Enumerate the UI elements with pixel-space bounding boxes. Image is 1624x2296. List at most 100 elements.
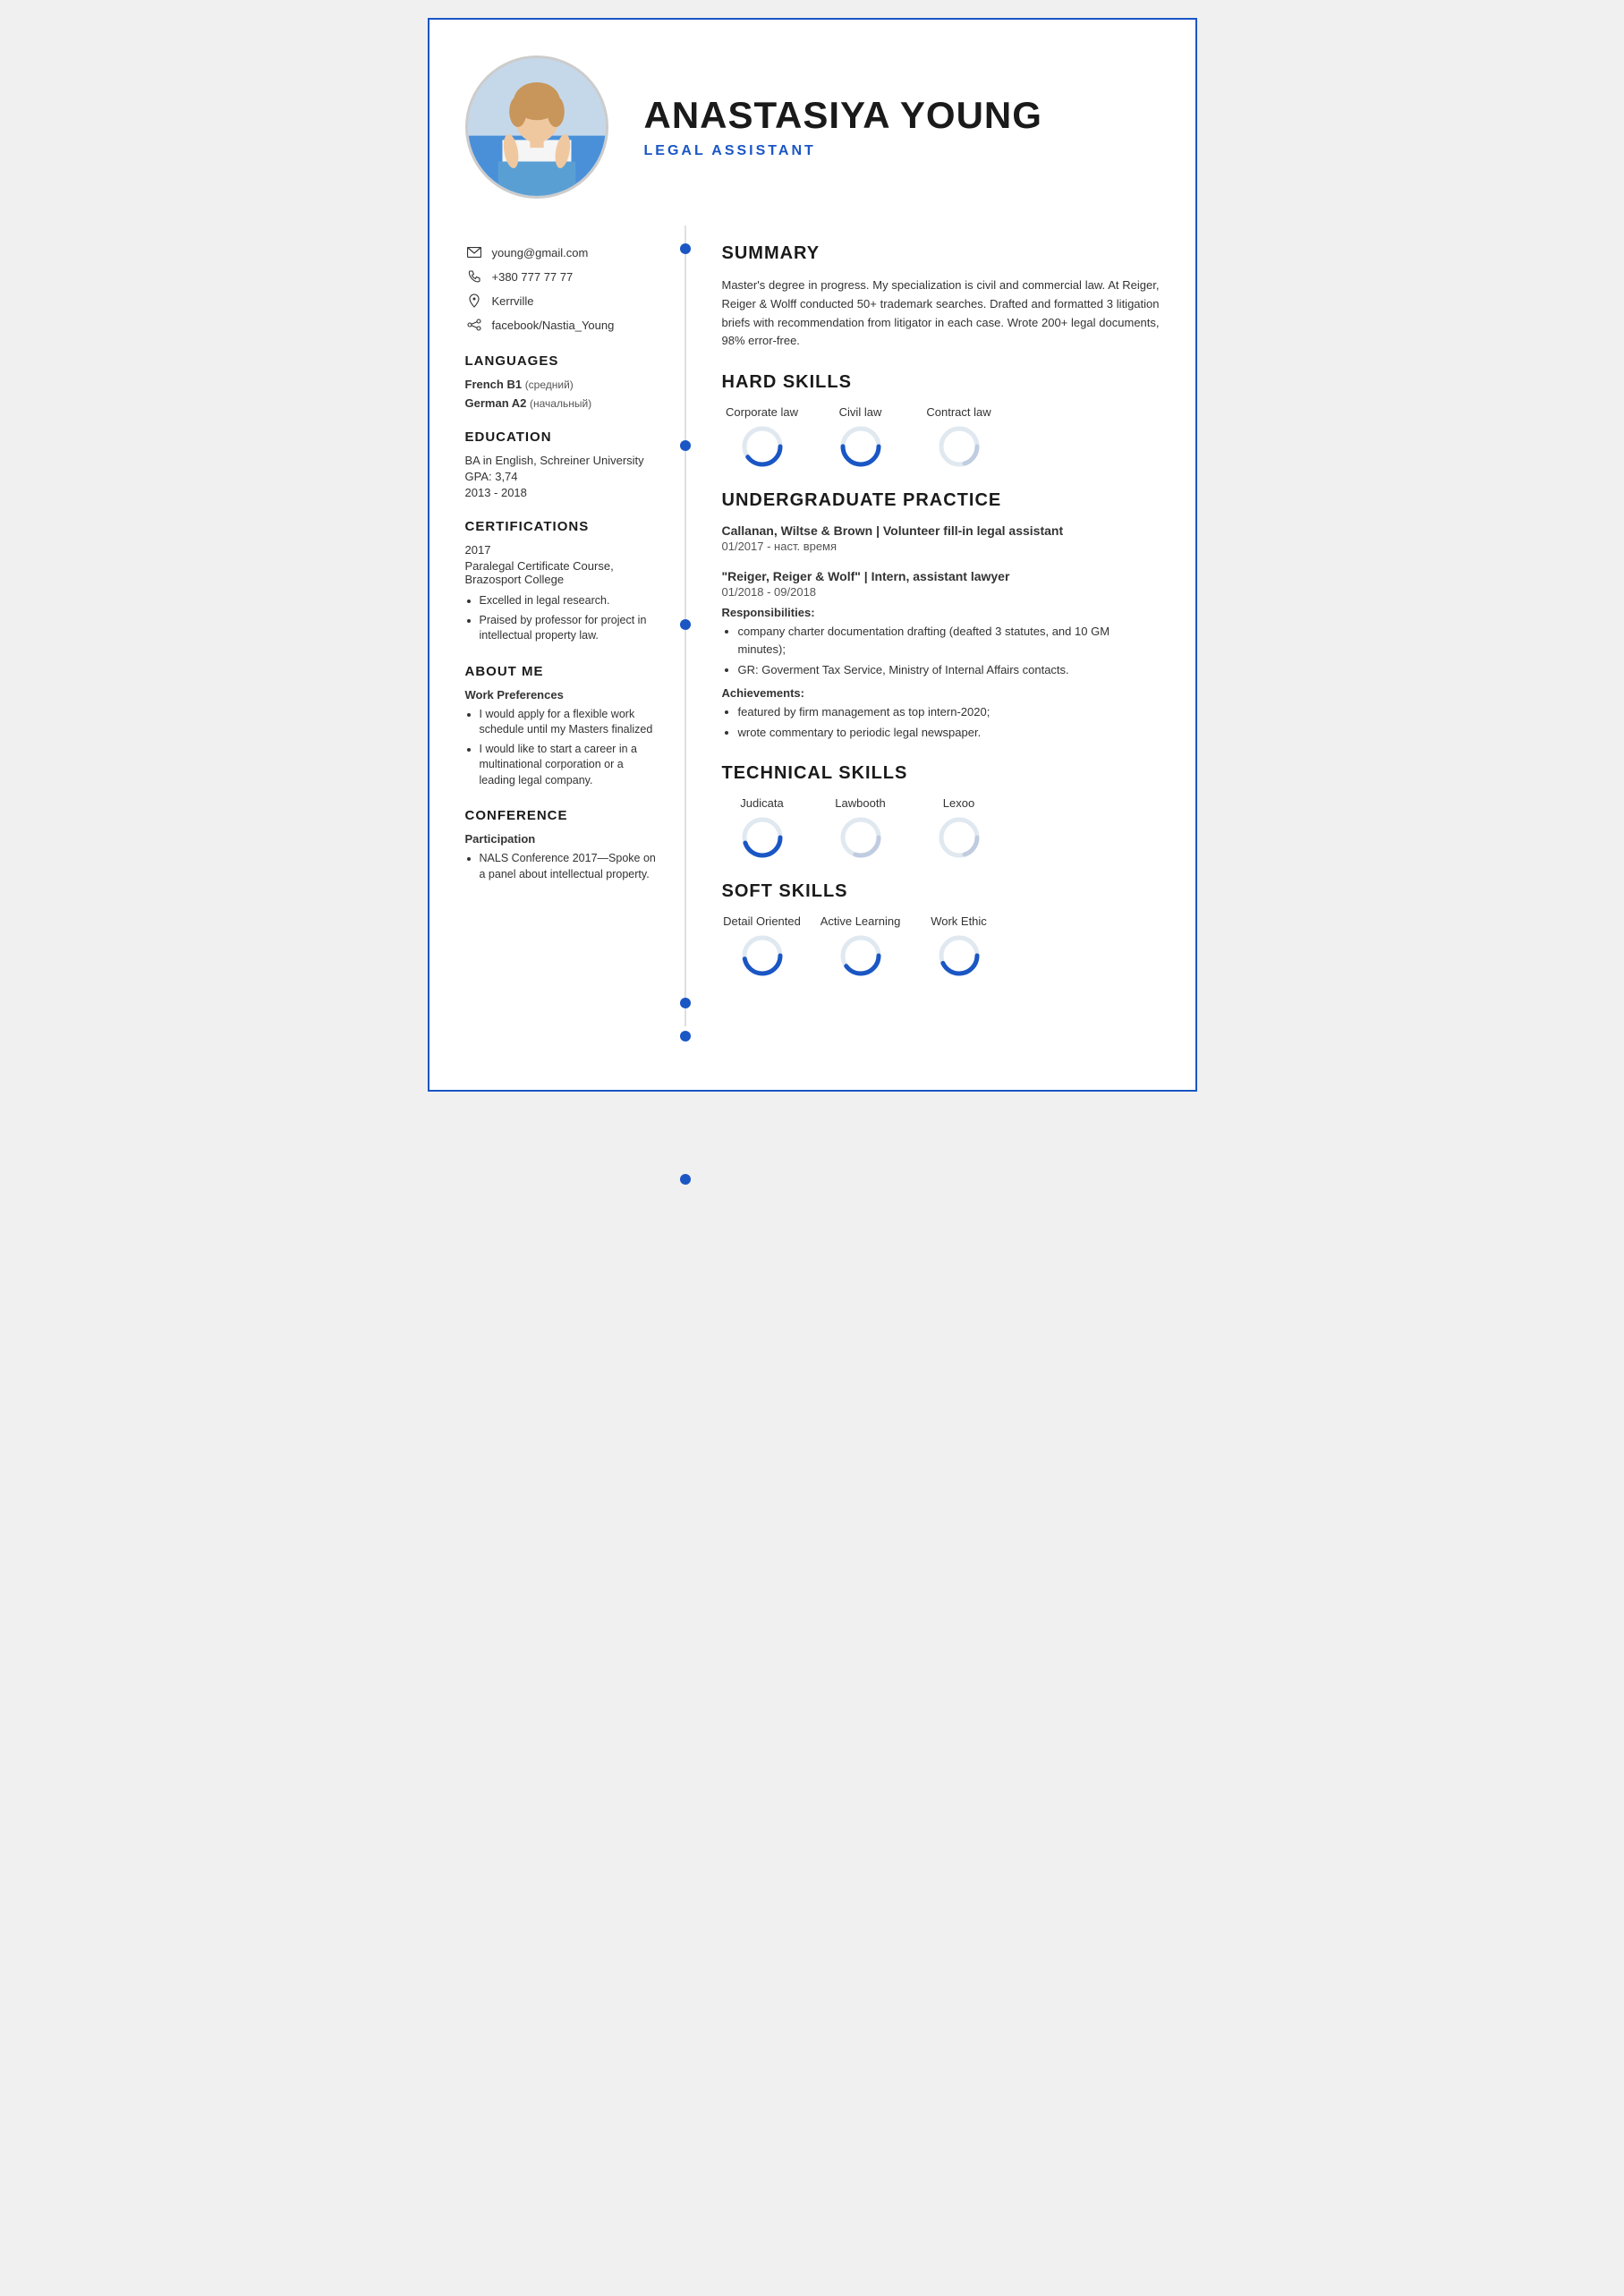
soft-skills-title: SOFT SKILLS (722, 881, 1160, 906)
soft-skills-grid: Detail Oriented Active Learning (722, 914, 1160, 978)
timeline-dot-summary (680, 243, 691, 254)
skill-detail-label: Detail Oriented (723, 914, 801, 928)
social-value: facebook/Nastia_Young (492, 319, 615, 332)
hard-skills-section: HARD SKILLS Corporate law Civil law (722, 372, 1160, 469)
about-title: ABOUT ME (465, 664, 658, 679)
skill-work-ethic-label: Work Ethic (931, 914, 987, 928)
about-pref-title: Work Preferences (465, 688, 658, 702)
cert-bullet-1: Excelled in legal research. (480, 593, 658, 609)
skill-judicata-label: Judicata (740, 796, 783, 810)
resume-document: ANASTASIYA YOUNG LEGAL ASSISTANT young@g… (428, 18, 1197, 1092)
lang-german: German A2 (начальный) (465, 396, 658, 410)
contact-section: young@gmail.com +380 777 77 77 (465, 243, 658, 334)
skill-contract-law-label: Contract law (926, 405, 991, 419)
soft-skills-section: SOFT SKILLS Detail Oriented Active Learn… (722, 881, 1160, 978)
skill-work-ethic: Work Ethic (919, 914, 999, 978)
skill-judicata: Judicata (722, 796, 803, 860)
practice-ach-title: Achievements: (722, 686, 1160, 700)
name-title-block: ANASTASIYA YOUNG LEGAL ASSISTANT (644, 95, 1160, 159)
cert-bullets: Excelled in legal research. Praised by p… (465, 593, 658, 644)
conference-part-title: Participation (465, 832, 658, 846)
social-icon (465, 316, 483, 334)
about-section: ABOUT ME Work Preferences I would apply … (465, 664, 658, 789)
technical-skills-section: TECHNICAL SKILLS Judicata Lawbooth (722, 763, 1160, 860)
about-bullet-1: I would apply for a flexible work schedu… (480, 707, 658, 738)
summary-text: Master's degree in progress. My speciali… (722, 276, 1160, 351)
undergraduate-title: UNDERGRADUATE PRACTICE (722, 490, 1160, 514)
hard-skills-grid: Corporate law Civil law (722, 405, 1160, 469)
timeline-dot-techskills (680, 1031, 691, 1042)
email-icon (465, 243, 483, 261)
skill-active-learning: Active Learning (821, 914, 901, 978)
practice-ach-1: featured by firm management as top inter… (738, 703, 1160, 721)
education-section: EDUCATION BA in English, Schreiner Unive… (465, 429, 658, 499)
practice-ach-2: wrote commentary to periodic legal newsp… (738, 724, 1160, 742)
education-title: EDUCATION (465, 429, 658, 445)
skill-contract-law: Contract law (919, 405, 999, 469)
cert-year: 2017 (465, 543, 658, 557)
timeline-dot-softskills (680, 1174, 691, 1185)
practice-date-1: 01/2017 - наст. время (722, 540, 1160, 553)
phone-value: +380 777 77 77 (492, 270, 574, 284)
summary-title: SUMMARY (722, 243, 1160, 268)
contact-email: young@gmail.com (465, 243, 658, 261)
header-section: ANASTASIYA YOUNG LEGAL ASSISTANT (429, 55, 1195, 225)
skill-work-ethic-circle (937, 933, 982, 978)
hard-skills-title: HARD SKILLS (722, 372, 1160, 396)
conference-bullet-1: NALS Conference 2017—Spoke on a panel ab… (480, 851, 658, 882)
languages-title: LANGUAGES (465, 353, 658, 369)
timeline-dot-bottom (680, 998, 691, 1008)
certifications-section: CERTIFICATIONS 2017 Paralegal Certificat… (465, 519, 658, 644)
practice-date-2: 01/2018 - 09/2018 (722, 585, 1160, 599)
location-icon (465, 292, 483, 310)
education-years: 2013 - 2018 (465, 486, 658, 499)
phone-icon (465, 268, 483, 285)
skill-lawbooth-label: Lawbooth (835, 796, 885, 810)
skill-judicata-circle (740, 815, 785, 860)
timeline-dot-hardskills (680, 440, 691, 451)
technical-skills-grid: Judicata Lawbooth (722, 796, 1160, 860)
skill-lawbooth: Lawbooth (821, 796, 901, 860)
practice-company-2: "Reiger, Reiger & Wolf" | Intern, assist… (722, 569, 1160, 583)
location-value: Kerrville (492, 294, 534, 308)
practice-ach-list: featured by firm management as top inter… (722, 703, 1160, 742)
skill-corporate-law: Corporate law (722, 405, 803, 469)
practice-resp-1: company charter documentation drafting (… (738, 623, 1160, 658)
skill-active-learning-label: Active Learning (821, 914, 901, 928)
practice-entry-2: "Reiger, Reiger & Wolf" | Intern, assist… (722, 569, 1160, 742)
skill-lexoo: Lexoo (919, 796, 999, 860)
certifications-title: CERTIFICATIONS (465, 519, 658, 534)
skill-lexoo-circle (937, 815, 982, 860)
avatar (465, 55, 608, 199)
right-column: SUMMARY Master's degree in progress. My … (686, 225, 1195, 1026)
cert-bullet-2: Praised by professor for project in inte… (480, 613, 658, 644)
skill-lawbooth-circle (838, 815, 883, 860)
practice-resp-list: company charter documentation drafting (… (722, 623, 1160, 679)
skill-corporate-law-circle (740, 424, 785, 469)
skill-civil-law-circle (838, 424, 883, 469)
languages-section: LANGUAGES French B1 (средний) German A2 … (465, 353, 658, 410)
skill-active-learning-circle (838, 933, 883, 978)
contact-phone: +380 777 77 77 (465, 268, 658, 285)
skill-lexoo-label: Lexoo (943, 796, 974, 810)
email-value: young@gmail.com (492, 246, 589, 259)
summary-section: SUMMARY Master's degree in progress. My … (722, 243, 1160, 351)
practice-resp-2: GR: Goverment Tax Service, Ministry of I… (738, 661, 1160, 679)
left-column: young@gmail.com +380 777 77 77 (429, 225, 684, 1026)
candidate-name: ANASTASIYA YOUNG (644, 95, 1160, 136)
conference-title: CONFERENCE (465, 808, 658, 823)
practice-entry-1: Callanan, Wiltse & Brown | Volunteer fil… (722, 523, 1160, 553)
cert-name: Paralegal Certificate Course,Brazosport … (465, 559, 658, 586)
practice-company-1: Callanan, Wiltse & Brown | Volunteer fil… (722, 523, 1160, 538)
education-gpa: GPA: 3,74 (465, 470, 658, 483)
timeline-dot-practice (680, 619, 691, 630)
practice-resp-title: Responsibilities: (722, 606, 1160, 619)
skill-civil-law: Civil law (821, 405, 901, 469)
skill-detail-circle (740, 933, 785, 978)
skill-corporate-law-label: Corporate law (726, 405, 798, 419)
skill-civil-law-label: Civil law (839, 405, 882, 419)
about-bullets: I would apply for a flexible work schedu… (465, 707, 658, 789)
divider-line (684, 225, 686, 1026)
lang-french: French B1 (средний) (465, 378, 658, 391)
undergraduate-section: UNDERGRADUATE PRACTICE Callanan, Wiltse … (722, 490, 1160, 742)
